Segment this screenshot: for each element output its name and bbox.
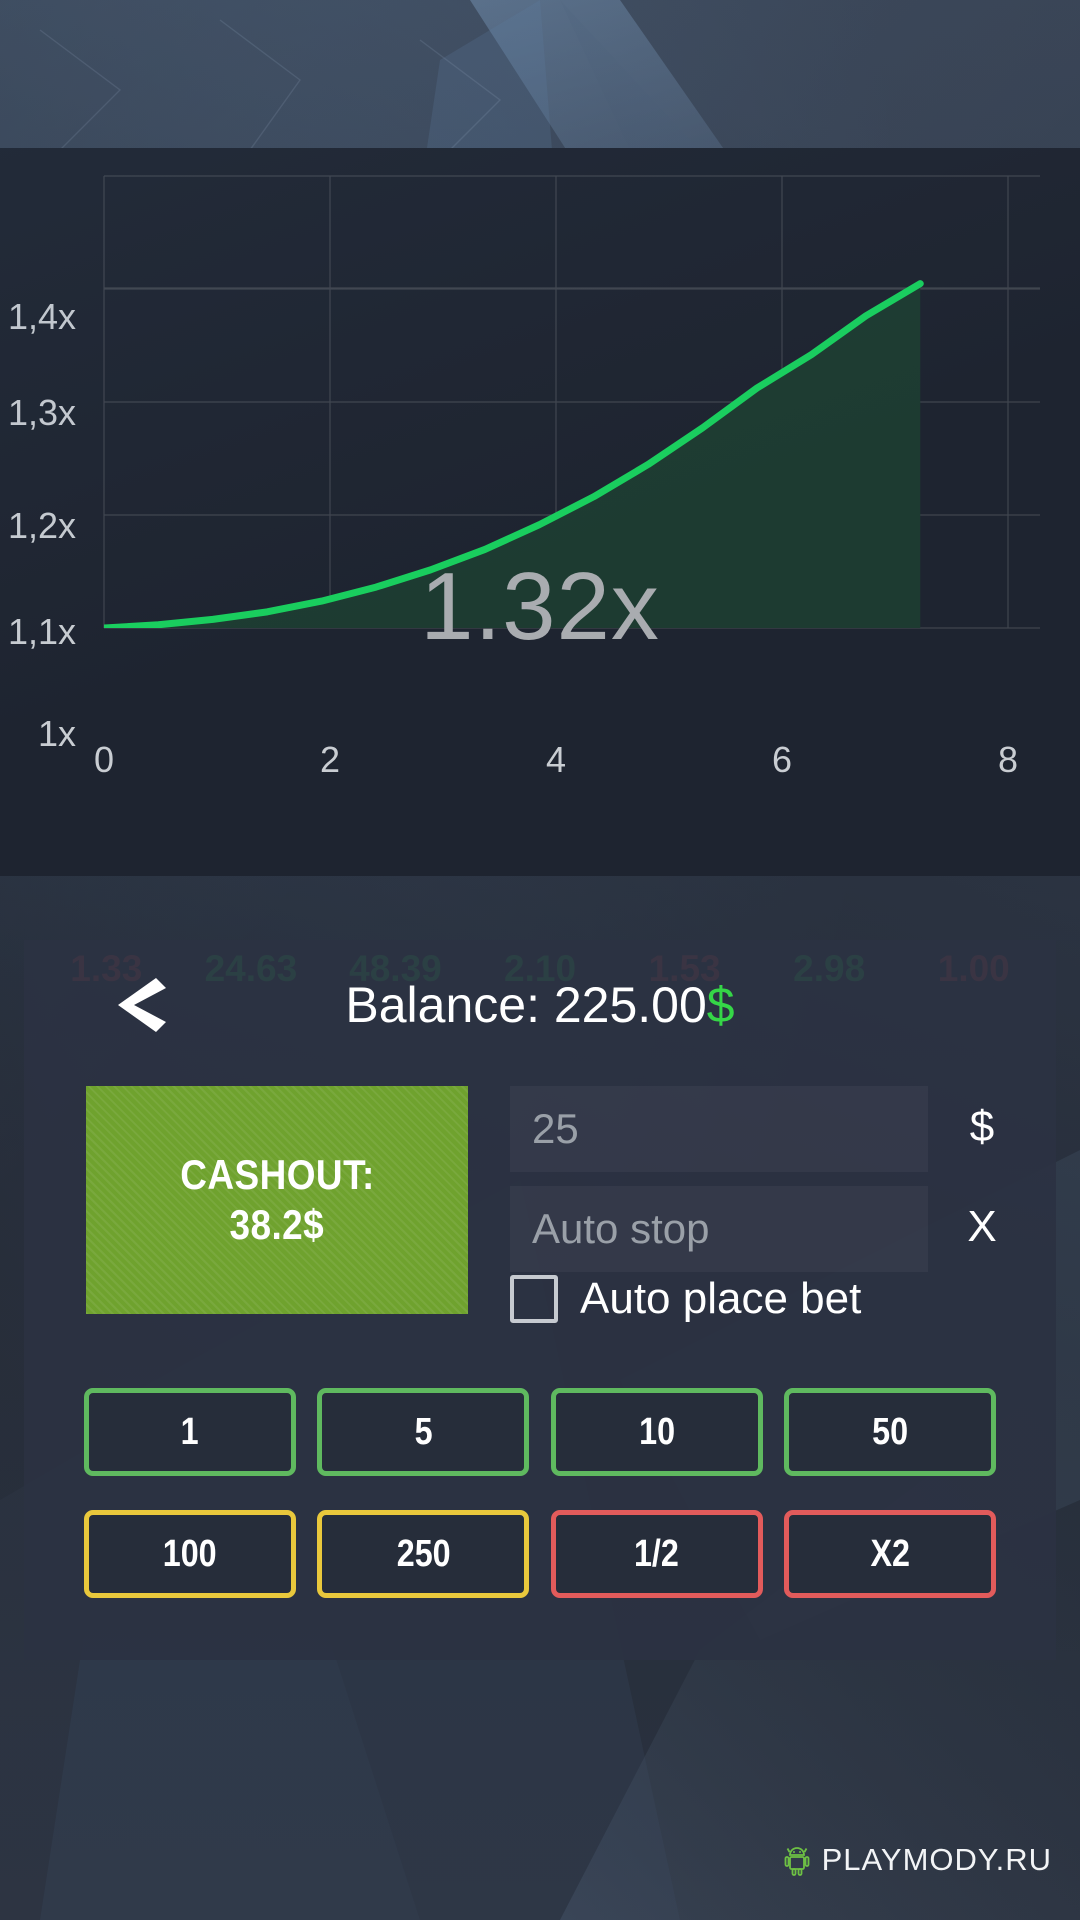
- auto-stop-row: X: [510, 1186, 1010, 1272]
- x-axis-tick: 0: [93, 739, 115, 780]
- cashout-button[interactable]: CASHOUT: 38.2$: [86, 1086, 468, 1314]
- bet-chip-label: 50: [872, 1410, 908, 1453]
- bet-chip-1[interactable]: 1: [84, 1388, 296, 1476]
- android-robot-icon: [784, 1847, 810, 1876]
- current-multiplier: 1.32x: [420, 553, 660, 660]
- y-axis-tick: 1,2x: [7, 505, 76, 546]
- x-axis-tick: 8: [997, 739, 1019, 780]
- balance-currency-symbol: $: [706, 977, 735, 1033]
- bet-chip-label: 250: [396, 1532, 451, 1575]
- bet-chip-100[interactable]: 100: [84, 1510, 296, 1598]
- bet-chip-5[interactable]: 5: [317, 1388, 530, 1476]
- bet-chip-X2[interactable]: X2: [783, 1510, 996, 1598]
- cashout-line-2: 38.2$: [229, 1201, 325, 1248]
- x-axis-tick: 4: [545, 739, 567, 780]
- watermark: PLAYMODY.RU: [784, 1842, 1052, 1878]
- y-axis-tick: 1,4x: [7, 296, 76, 337]
- bet-chip-label: 100: [163, 1532, 217, 1575]
- bet-chip-label: 1/2: [634, 1532, 680, 1575]
- cashout-line-1: CASHOUT:: [179, 1151, 375, 1199]
- bet-inputs-column: $ X: [510, 1086, 1010, 1286]
- bet-chips-row-2: 100 250 1/2 X2: [84, 1510, 996, 1598]
- betting-control-panel: Balance: 225.00$ CASHOUT: 38.2$ $ X Auto…: [24, 940, 1056, 1370]
- crash-chart-panel: 1,4x 1,3x 1,2x 1,1x 1x 0 2 4 6 8 1.32x 1…: [0, 148, 1080, 989]
- auto-stop-input[interactable]: [510, 1186, 928, 1272]
- x-axis-tick: 2: [319, 739, 341, 780]
- watermark-text: PLAYMODY.RU: [821, 1842, 1052, 1877]
- balance-label: Balance: 225.00: [345, 977, 707, 1033]
- bet-chips-panel: 1 5 10 50 100 250 1/2 X2: [24, 1370, 1056, 1660]
- auto-place-bet-label: Auto place bet: [580, 1274, 862, 1323]
- bet-chip-label: 10: [638, 1410, 675, 1453]
- auto-place-bet-row[interactable]: Auto place bet: [510, 1274, 861, 1324]
- bet-amount-row: $: [510, 1086, 1010, 1172]
- bet-chip-label: X2: [870, 1532, 910, 1575]
- balance-display: Balance: 225.00$: [24, 976, 1056, 1034]
- auto-stop-suffix: X: [967, 1202, 997, 1251]
- bet-chip-label: 5: [414, 1410, 433, 1453]
- bet-chip-250[interactable]: 250: [317, 1510, 530, 1598]
- bet-chip-label: 1: [181, 1410, 199, 1453]
- bet-amount-input[interactable]: [510, 1086, 928, 1172]
- bet-chip-1-2[interactable]: 1/2: [550, 1510, 763, 1598]
- x-axis-tick: 6: [771, 739, 793, 780]
- y-axis-tick: 1,3x: [7, 392, 76, 433]
- bet-amount-suffix: $: [969, 1102, 995, 1151]
- auto-place-bet-checkbox[interactable]: [510, 1275, 558, 1323]
- bet-chip-10[interactable]: 10: [550, 1388, 763, 1476]
- bet-chip-50[interactable]: 50: [783, 1388, 996, 1476]
- panel-header: Balance: 225.00$: [24, 940, 1056, 1068]
- bet-chips-row-1: 1 5 10 50: [84, 1388, 996, 1476]
